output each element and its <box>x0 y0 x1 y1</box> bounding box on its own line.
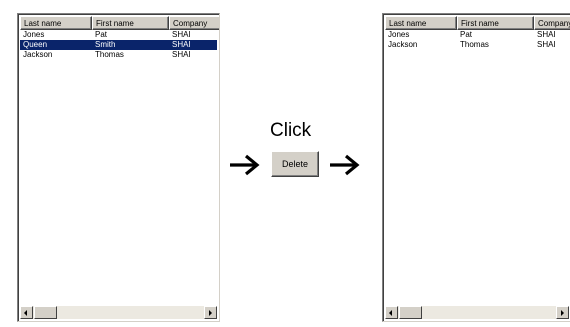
scroll-right-button[interactable] <box>556 306 569 319</box>
contacts-list-before[interactable]: Last name First name Company Jones Pat S… <box>17 13 220 322</box>
delete-button[interactable]: Delete <box>271 151 319 177</box>
column-header-first-name[interactable]: First name <box>457 16 534 30</box>
scroll-right-button[interactable] <box>204 306 217 319</box>
cell-last-name: Jackson <box>388 40 418 49</box>
table-row-selected[interactable]: Queen Smith SHAI <box>20 40 217 50</box>
cell-company: SHAI <box>172 50 191 59</box>
scroll-left-button[interactable] <box>385 306 398 319</box>
scrollbar-thumb[interactable] <box>399 306 422 319</box>
cell-last-name: Queen <box>23 40 48 49</box>
cell-last-name: Jones <box>23 30 45 39</box>
column-header-last-name[interactable]: Last name <box>20 16 92 30</box>
cell-first-name: Thomas <box>95 50 124 59</box>
scrollbar-thumb[interactable] <box>34 306 57 319</box>
cell-company: SHAI <box>537 30 556 39</box>
click-instruction-label: Click <box>270 120 312 141</box>
list-rows: Jones Pat SHAI Jackson Thomas SHAI <box>385 30 569 50</box>
cell-first-name: Thomas <box>460 40 489 49</box>
cell-first-name: Smith <box>95 40 116 49</box>
table-row[interactable]: Jackson Thomas SHAI <box>20 50 217 60</box>
arrow-right-icon <box>330 154 360 176</box>
horizontal-scrollbar[interactable] <box>385 306 569 319</box>
column-header-first-name[interactable]: First name <box>92 16 169 30</box>
cell-last-name: Jackson <box>23 50 53 59</box>
scroll-right-arrow-icon <box>561 310 564 316</box>
table-row[interactable]: Jones Pat SHAI <box>385 30 569 40</box>
delete-button-label: Delete <box>281 159 308 169</box>
cell-company: SHAI <box>537 40 556 49</box>
cell-first-name: Pat <box>460 30 473 39</box>
scroll-left-button[interactable] <box>20 306 33 319</box>
table-row[interactable]: Jones Pat SHAI <box>20 30 217 40</box>
column-header-company[interactable]: Company <box>534 16 570 30</box>
arrow-right-icon <box>230 154 260 176</box>
scroll-left-arrow-icon <box>389 310 392 316</box>
scroll-right-arrow-icon <box>209 310 212 316</box>
column-header-company[interactable]: Company <box>169 16 219 30</box>
cell-company: SHAI <box>172 30 191 39</box>
list-header: Last name First name Company <box>20 16 219 30</box>
cell-first-name: Pat <box>95 30 108 39</box>
scroll-left-arrow-icon <box>24 310 27 316</box>
list-header: Last name First name Company <box>385 16 570 30</box>
list-rows: Jones Pat SHAI Queen Smith SHAI Jackson … <box>20 30 217 60</box>
table-row[interactable]: Jackson Thomas SHAI <box>385 40 569 50</box>
cell-last-name: Jones <box>388 30 410 39</box>
cell-company: SHAI <box>172 40 191 49</box>
horizontal-scrollbar[interactable] <box>20 306 217 319</box>
column-header-last-name[interactable]: Last name <box>385 16 457 30</box>
contacts-list-after[interactable]: Last name First name Company Jones Pat S… <box>382 13 570 322</box>
